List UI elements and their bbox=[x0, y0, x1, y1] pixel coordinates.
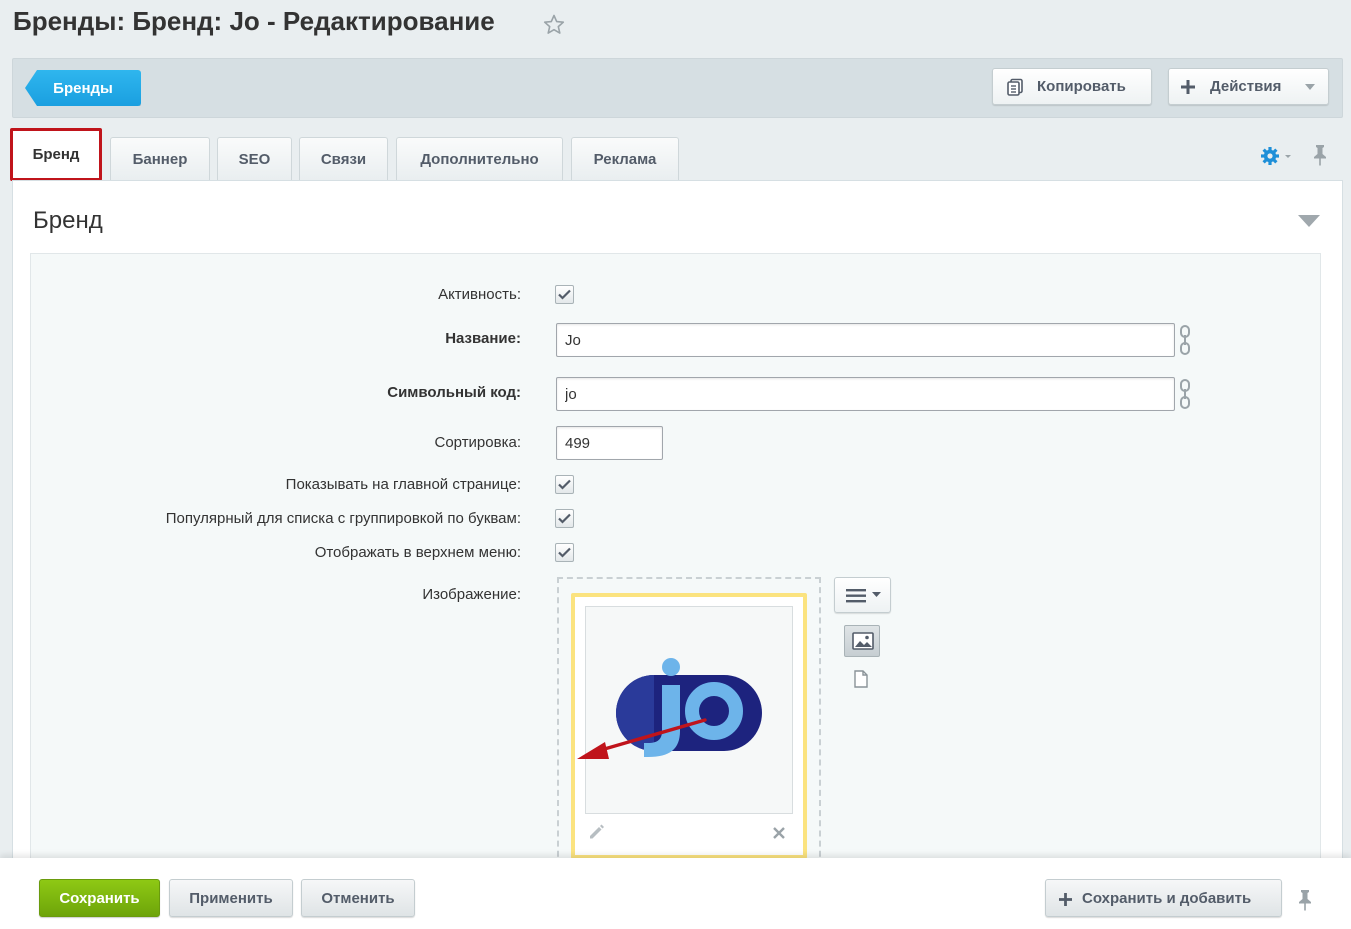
link-chain-icon[interactable] bbox=[1178, 379, 1192, 409]
checkmark-icon bbox=[558, 479, 571, 490]
show-main-label: Показывать на главной странице: bbox=[285, 476, 521, 493]
image-label: Изображение: bbox=[422, 586, 521, 603]
tab-seo[interactable]: SEO bbox=[217, 137, 292, 180]
brand-form: Активность: Название: Символьный код: Со… bbox=[30, 253, 1321, 877]
copy-button[interactable]: Копировать bbox=[992, 68, 1152, 105]
star-icon[interactable] bbox=[542, 13, 566, 37]
toolbar: Бренды Копировать Действия bbox=[12, 58, 1343, 118]
popular-label: Популярный для списка с группировкой по … bbox=[165, 510, 521, 527]
pencil-icon[interactable] bbox=[587, 823, 605, 841]
image-menu-button[interactable] bbox=[834, 577, 891, 613]
tab-bar: Бренд Баннер SEO Связи Дополнительно Рек… bbox=[10, 128, 1340, 181]
close-icon[interactable] bbox=[773, 827, 785, 839]
footer-bar: Сохранить Применить Отменить Сохранить и… bbox=[0, 858, 1351, 929]
code-label: Символьный код: bbox=[387, 384, 521, 401]
pin-icon[interactable] bbox=[1312, 144, 1328, 166]
save-button[interactable]: Сохранить bbox=[39, 879, 160, 917]
tab-links[interactable]: Связи bbox=[299, 137, 388, 180]
pin-icon[interactable] bbox=[1297, 889, 1313, 911]
tab-brand[interactable]: Бренд bbox=[10, 128, 102, 181]
hamburger-icon bbox=[846, 589, 881, 603]
apply-button[interactable]: Применить bbox=[169, 879, 293, 917]
content-panel: Бренд Активность: Название: Символьный к… bbox=[12, 180, 1343, 877]
actions-dropdown-button[interactable]: Действия bbox=[1168, 68, 1329, 105]
page-title: Бренды: Бренд: Jo - Редактирование bbox=[13, 6, 495, 36]
copy-icon bbox=[1007, 78, 1023, 96]
save-and-add-button[interactable]: Сохранить и добавить bbox=[1045, 879, 1282, 917]
gear-icon[interactable] bbox=[1260, 146, 1292, 166]
name-label: Название: bbox=[445, 330, 521, 347]
checkmark-icon bbox=[558, 513, 571, 524]
plus-icon bbox=[1059, 893, 1072, 906]
active-checkbox[interactable] bbox=[555, 285, 574, 304]
active-label: Активность: bbox=[438, 286, 521, 303]
annotation-arrow-icon bbox=[577, 718, 707, 759]
actions-button-label: Действия bbox=[1210, 78, 1282, 95]
back-to-brands-button[interactable]: Бренды bbox=[25, 70, 141, 106]
top-menu-checkbox[interactable] bbox=[555, 543, 574, 562]
link-chain-icon[interactable] bbox=[1178, 325, 1192, 355]
checkmark-icon bbox=[558, 547, 571, 558]
tab-additional[interactable]: Дополнительно bbox=[396, 137, 563, 180]
sort-input[interactable] bbox=[556, 426, 663, 460]
cancel-button[interactable]: Отменить bbox=[301, 879, 415, 917]
copy-button-label: Копировать bbox=[1037, 78, 1126, 95]
popular-checkbox[interactable] bbox=[555, 509, 574, 528]
tab-ads[interactable]: Реклама bbox=[571, 137, 679, 180]
section-title: Бренд bbox=[33, 207, 103, 234]
triangle-down-icon[interactable] bbox=[1298, 215, 1320, 227]
save-and-add-label: Сохранить и добавить bbox=[1082, 889, 1252, 907]
chevron-down-icon bbox=[1305, 84, 1315, 90]
name-input[interactable] bbox=[556, 323, 1175, 357]
code-input[interactable] bbox=[556, 377, 1175, 411]
image-preview bbox=[585, 606, 793, 814]
top-menu-label: Отображать в верхнем меню: bbox=[314, 544, 521, 561]
file-icon[interactable] bbox=[854, 670, 868, 688]
checkmark-icon bbox=[558, 289, 571, 300]
show-main-checkbox[interactable] bbox=[555, 475, 574, 494]
picture-icon bbox=[852, 632, 874, 650]
plus-icon bbox=[1181, 80, 1195, 94]
tab-banner[interactable]: Баннер bbox=[110, 137, 210, 180]
sort-label: Сортировка: bbox=[434, 434, 522, 451]
image-type-button[interactable] bbox=[844, 625, 880, 657]
